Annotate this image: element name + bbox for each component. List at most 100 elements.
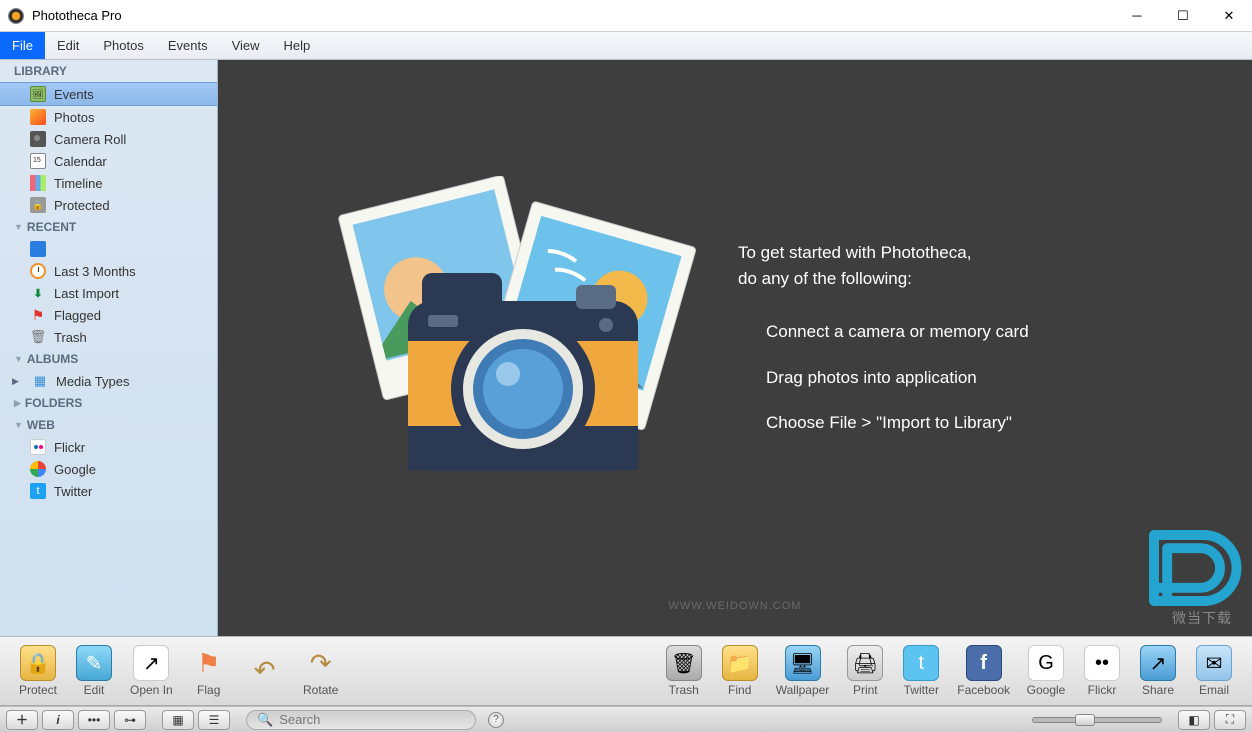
twitter-icon: t <box>903 645 939 681</box>
tool--button[interactable]: ↶ <box>239 648 291 694</box>
tool-email-button[interactable]: ✉Email <box>1188 641 1240 701</box>
sidebar-header-folders[interactable]: ▶FOLDERS <box>0 392 217 414</box>
tool-flickr-button[interactable]: ••Flickr <box>1076 641 1128 701</box>
clock-icon <box>30 263 46 279</box>
trash-icon: 🗑 <box>666 645 702 681</box>
fullscreen-button[interactable]: ⛶ <box>1214 710 1246 730</box>
maximize-button[interactable]: ☐ <box>1160 0 1206 32</box>
sidebar-item-protected[interactable]: Protected <box>0 194 217 216</box>
calendar-icon <box>30 153 46 169</box>
protected-icon <box>30 197 46 213</box>
sidebar-toggle-button[interactable]: ◧ <box>1178 710 1210 730</box>
sidebar-item-calendar[interactable]: Calendar <box>0 150 217 172</box>
google-icon: G <box>1028 645 1064 681</box>
sidebar-item-photos[interactable]: Photos <box>0 106 217 128</box>
watermark-url: WWW.WEIDOWN.COM <box>669 600 802 612</box>
menu-photos[interactable]: Photos <box>91 32 155 59</box>
list-view-button[interactable]: ☰ <box>198 710 230 730</box>
statusbar: ＋ i ••• ⊶ ▦ ☰ 🔍 Search ? ◧ ⛶ <box>0 706 1252 732</box>
menu-edit[interactable]: Edit <box>45 32 91 59</box>
share-icon: ↗ <box>1140 645 1176 681</box>
titlebar: Phototheca Pro ─ ☐ ✕ <box>0 0 1252 32</box>
sidebar-header-web[interactable]: ▼WEB <box>0 414 217 436</box>
welcome-step-1: Connect a camera or memory card <box>738 319 1212 345</box>
events-icon <box>30 86 46 102</box>
welcome-text: To get started with Phototheca, do any o… <box>738 240 1252 456</box>
flag-icon: ⚑ <box>191 645 227 681</box>
tool-facebook-button[interactable]: fFacebook <box>951 641 1016 701</box>
zoom-slider[interactable] <box>1032 717 1162 723</box>
tool-rotate-button[interactable]: ↷Rotate <box>295 641 347 701</box>
watermark-logo <box>1132 513 1242 628</box>
print-icon: 🖨 <box>847 645 883 681</box>
bottom-toolbar: 🔒Protect✎Edit↗Open In⚑Flag ↶ ↷Rotate 🗑Trash… <box>0 636 1252 706</box>
key-button[interactable]: ⊶ <box>114 710 146 730</box>
tool-find-button[interactable]: 📁Find <box>714 641 766 701</box>
search-placeholder: Search <box>279 712 320 727</box>
flickr-icon: •• <box>1084 645 1120 681</box>
sidebar-item-blue-sq[interactable] <box>0 238 217 260</box>
blue-sq-icon <box>30 241 46 257</box>
menu-help[interactable]: Help <box>272 32 323 59</box>
sidebar-item-last-import[interactable]: ⬇Last Import <box>0 282 217 304</box>
search-icon: 🔍 <box>257 712 273 728</box>
menubar: FileEditPhotosEventsViewHelp <box>0 32 1252 60</box>
sidebar-item-flickr[interactable]: Flickr <box>0 436 217 458</box>
welcome-illustration <box>298 176 738 521</box>
menu-view[interactable]: View <box>220 32 272 59</box>
sidebar-item-events[interactable]: Events <box>0 82 217 106</box>
rotate-icon: ↶ <box>247 652 283 688</box>
menu-file[interactable]: File <box>0 32 45 59</box>
email-icon: ✉ <box>1196 645 1232 681</box>
help-button[interactable]: ? <box>488 712 504 728</box>
sidebar-header-albums[interactable]: ▼ALBUMS <box>0 348 217 370</box>
sidebar-item-trash[interactable]: 🗑Trash <box>0 326 217 348</box>
tool-edit-button[interactable]: ✎Edit <box>68 641 120 701</box>
menu-events[interactable]: Events <box>156 32 220 59</box>
facebook-icon: f <box>966 645 1002 681</box>
minimize-button[interactable]: ─ <box>1114 0 1160 32</box>
tool-share-button[interactable]: ↗Share <box>1132 641 1184 701</box>
sidebar-header-library[interactable]: LIBRARY <box>0 60 217 82</box>
tool-openin-button[interactable]: ↗Open In <box>124 641 179 701</box>
tool-wallpaper-button[interactable]: 🖥Wallpaper <box>770 641 836 701</box>
sidebar-item-flagged[interactable]: ⚑Flagged <box>0 304 217 326</box>
add-button[interactable]: ＋ <box>6 710 38 730</box>
sidebar-item-camera-roll[interactable]: Camera Roll <box>0 128 217 150</box>
twitter-icon: t <box>30 483 46 499</box>
tool-trash-button[interactable]: 🗑Trash <box>658 641 710 701</box>
sidebar-item-media-types[interactable]: ▶▦Media Types <box>0 370 217 392</box>
protect-icon: 🔒 <box>20 645 56 681</box>
tool-twitter-button[interactable]: tTwitter <box>895 641 947 701</box>
sidebar: LIBRARYEventsPhotosCamera RollCalendarTi… <box>0 60 218 636</box>
welcome-line2: do any of the following: <box>738 266 1212 292</box>
tool-flag-button[interactable]: ⚑Flag <box>183 641 235 701</box>
timeline-icon <box>30 175 46 191</box>
welcome-step-3: Choose File > "Import to Library" <box>738 410 1212 436</box>
google-icon <box>30 461 46 477</box>
close-button[interactable]: ✕ <box>1206 0 1252 32</box>
welcome-line1: To get started with Phototheca, <box>738 240 1212 266</box>
sidebar-item-twitter[interactable]: tTwitter <box>0 480 217 502</box>
tool-google-button[interactable]: GGoogle <box>1020 641 1072 701</box>
tool-print-button[interactable]: 🖨Print <box>839 641 891 701</box>
info-button[interactable]: i <box>42 710 74 730</box>
folder-icon: ▦ <box>32 373 48 389</box>
grid-view-button[interactable]: ▦ <box>162 710 194 730</box>
tool-protect-button[interactable]: 🔒Protect <box>12 641 64 701</box>
wallpaper-icon: 🖥 <box>785 645 821 681</box>
more-button[interactable]: ••• <box>78 710 110 730</box>
find-icon: 📁 <box>722 645 758 681</box>
sidebar-header-recent[interactable]: ▼RECENT <box>0 216 217 238</box>
camera-icon <box>30 131 46 147</box>
main-canvas: To get started with Phototheca, do any o… <box>218 60 1252 636</box>
search-input[interactable]: 🔍 Search <box>246 710 476 730</box>
sidebar-item-last-3-months[interactable]: Last 3 Months <box>0 260 217 282</box>
flickr-icon <box>30 439 46 455</box>
window-title: Phototheca Pro <box>32 8 1114 23</box>
open in-icon: ↗ <box>133 645 169 681</box>
sidebar-item-timeline[interactable]: Timeline <box>0 172 217 194</box>
trash-icon: 🗑 <box>30 329 46 345</box>
photos-icon <box>30 109 46 125</box>
sidebar-item-google[interactable]: Google <box>0 458 217 480</box>
